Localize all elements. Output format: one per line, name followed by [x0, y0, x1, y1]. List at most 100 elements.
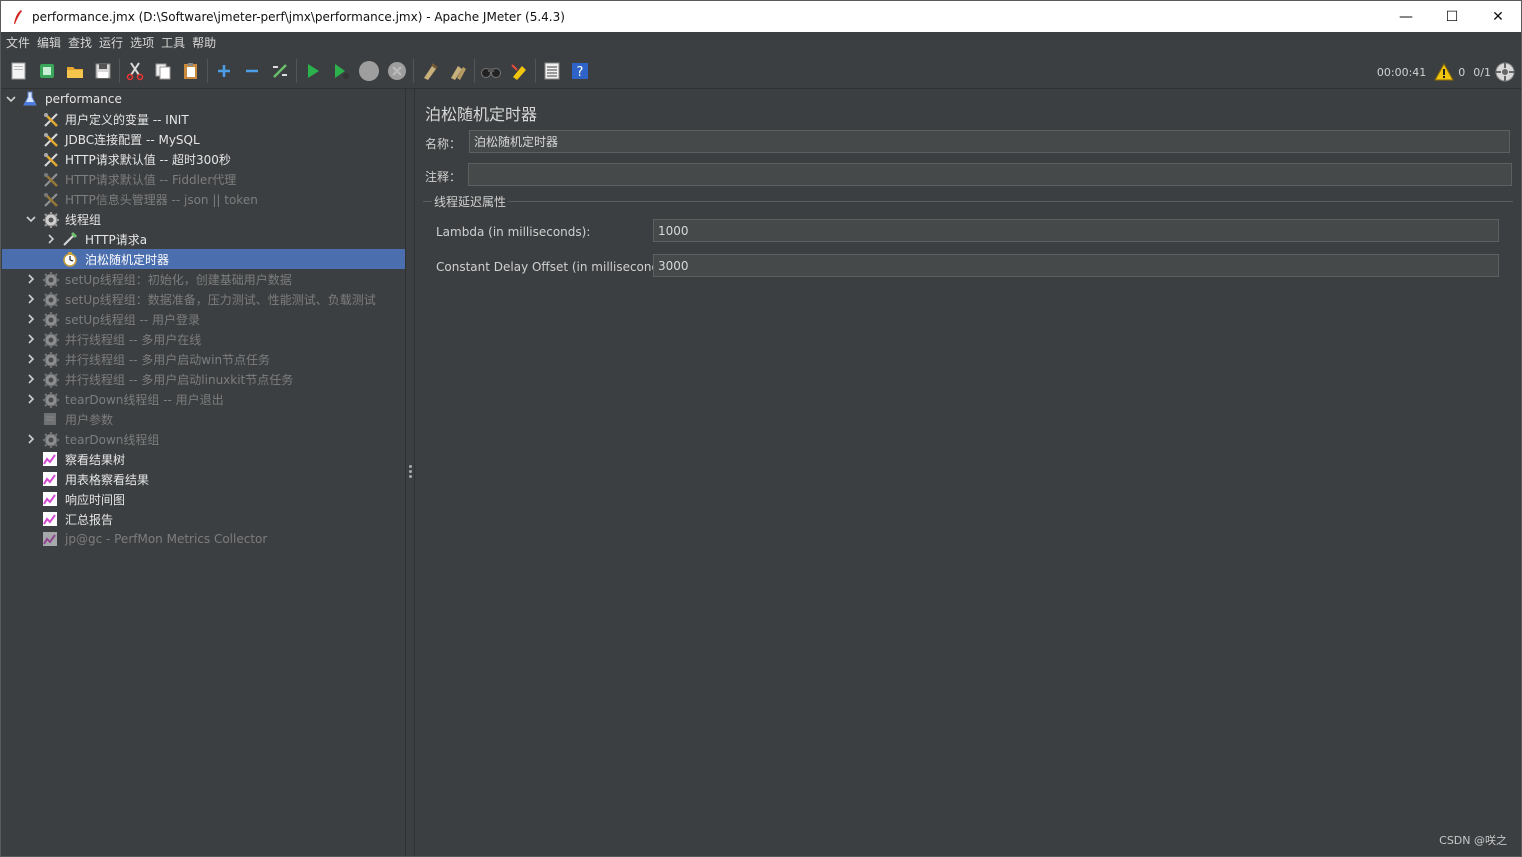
cut-icon[interactable] — [124, 60, 146, 82]
start-icon[interactable] — [302, 60, 324, 82]
templates-icon[interactable] — [36, 60, 58, 82]
jmeter-feather-icon — [11, 9, 25, 25]
timer-config-panel: 泊松随机定时器 名称： 注释： 线程延迟属性 Lambda (in millis… — [415, 89, 1521, 856]
menu-bar: 文件 编辑 查找 运行 选项 工具 帮助 — [1, 32, 1521, 53]
warning-icon[interactable] — [1434, 63, 1455, 81]
test-plan-icon — [22, 91, 38, 107]
comment-field[interactable] — [468, 163, 1512, 186]
tree-node-label: tearDown线程组 — [65, 432, 160, 447]
tree-node-label: 泊松随机定时器 — [85, 252, 170, 267]
thread-group-icon — [42, 331, 59, 348]
tree-node[interactable]: JDBC连接配置 -- MySQL — [2, 129, 405, 149]
tree-node[interactable]: tearDown线程组 — [2, 429, 405, 449]
paste-icon[interactable] — [180, 60, 202, 82]
tree-node[interactable]: 响应时间图 — [2, 489, 405, 509]
toolbar: ? 00:00:41 0 0/1 — [1, 53, 1521, 89]
tree-node[interactable]: 泊松随机定时器 — [2, 249, 405, 269]
tree-node-label: setUp线程组：数据准备，压力测试、性能测试、负载测试 — [65, 292, 376, 307]
tree-node[interactable]: 并行线程组 -- 多用户启动linuxkit节点任务 — [2, 369, 405, 389]
tree-node[interactable]: 并行线程组 -- 多用户启动win节点任务 — [2, 349, 405, 369]
menu-options[interactable]: 选项 — [130, 34, 154, 51]
reset-search-icon[interactable] — [508, 60, 530, 82]
lambda-label: Lambda (in milliseconds): — [436, 225, 591, 239]
toggle-icon[interactable] — [269, 60, 291, 82]
menu-run[interactable]: 运行 — [99, 34, 123, 51]
chevron-right-icon[interactable] — [26, 294, 36, 304]
thread-group-icon — [42, 371, 59, 388]
tree-node-label: 线程组 — [65, 212, 102, 227]
tree-node[interactable]: HTTP请求a — [2, 229, 405, 249]
panel-title: 泊松随机定时器 — [425, 105, 538, 124]
offset-label: Constant Delay Offset (in milliseconds): — [436, 260, 675, 274]
tree-node[interactable]: 用表格察看结果 — [2, 469, 405, 489]
shutdown-icon[interactable] — [386, 60, 408, 82]
expand-all-icon[interactable] — [213, 60, 235, 82]
lambda-field[interactable] — [653, 219, 1499, 242]
tree-node[interactable]: HTTP请求默认值 -- Fiddler代理 — [2, 169, 405, 189]
tree-node-label: 响应时间图 — [65, 492, 126, 507]
tree-node[interactable]: setUp线程组 -- 用户登录 — [2, 309, 405, 329]
help-icon[interactable]: ? — [569, 60, 591, 82]
menu-file[interactable]: 文件 — [6, 34, 30, 51]
thread-group-icon — [42, 311, 59, 328]
menu-search[interactable]: 查找 — [68, 34, 92, 51]
chevron-down-icon[interactable] — [6, 94, 16, 104]
thread-group-icon — [42, 271, 59, 288]
stop-icon[interactable] — [358, 60, 380, 82]
tree-node-label: HTTP请求默认值 -- Fiddler代理 — [65, 172, 237, 187]
tree-node[interactable]: 用户定义的变量 -- INIT — [2, 109, 405, 129]
tree-node[interactable]: 并行线程组 -- 多用户在线 — [2, 329, 405, 349]
save-icon[interactable] — [92, 60, 114, 82]
search-icon[interactable] — [480, 60, 502, 82]
elapsed-timer: 00:00:41 — [1376, 65, 1427, 79]
chevron-right-icon[interactable] — [46, 234, 56, 244]
function-helper-icon[interactable] — [541, 60, 563, 82]
tree-node[interactable]: tearDown线程组 -- 用户退出 — [2, 389, 405, 409]
new-icon[interactable] — [8, 60, 30, 82]
menu-help[interactable]: 帮助 — [192, 34, 216, 51]
jmeter-window: performance.jmx (D:\Software\jmeter-perf… — [0, 0, 1522, 857]
listener-icon — [42, 471, 58, 487]
chevron-down-icon[interactable] — [26, 214, 36, 224]
remote-status-icon — [1495, 62, 1515, 82]
split-pane-divider[interactable] — [405, 89, 415, 856]
name-field[interactable] — [469, 130, 1510, 153]
tree-node[interactable]: setUp线程组：数据准备，压力测试、性能测试、负载测试 — [2, 289, 405, 309]
chevron-right-icon[interactable] — [26, 334, 36, 344]
tree-node[interactable]: performance — [2, 89, 405, 109]
config-icon — [42, 151, 58, 167]
chevron-right-icon[interactable] — [26, 374, 36, 384]
chevron-right-icon[interactable] — [26, 434, 36, 444]
tree-node[interactable]: setUp线程组：初始化，创建基础用户数据 — [2, 269, 405, 289]
collapse-all-icon[interactable] — [241, 60, 263, 82]
offset-field[interactable] — [653, 254, 1499, 277]
tree-node[interactable]: jp@gc - PerfMon Metrics Collector — [2, 529, 405, 549]
start-no-pauses-icon[interactable] — [330, 60, 352, 82]
menu-tools[interactable]: 工具 — [161, 34, 185, 51]
chevron-right-icon[interactable] — [26, 354, 36, 364]
menu-edit[interactable]: 编辑 — [37, 34, 61, 51]
chevron-right-icon[interactable] — [26, 314, 36, 324]
clear-icon[interactable] — [419, 60, 441, 82]
tree-node[interactable]: 用户参数 — [2, 409, 405, 429]
tree-node-label: HTTP请求a — [85, 232, 148, 247]
splitter-grip[interactable] — [409, 465, 412, 479]
test-plan-tree[interactable]: performance 用户定义的变量 -- INIT JDBC连接配置 -- My… — [2, 89, 405, 856]
thread-group-icon — [42, 351, 59, 368]
tree-node[interactable]: 汇总报告 — [2, 509, 405, 529]
tree-node-label: 并行线程组 -- 多用户启动linuxkit节点任务 — [65, 372, 294, 387]
tree-node-label: 察看结果树 — [65, 452, 126, 467]
clear-all-icon[interactable] — [447, 60, 469, 82]
tree-node[interactable]: 察看结果树 — [2, 449, 405, 469]
open-icon[interactable] — [64, 60, 86, 82]
chevron-right-icon[interactable] — [26, 274, 36, 284]
maximize-button[interactable]: ☐ — [1429, 1, 1475, 32]
copy-icon[interactable] — [152, 60, 174, 82]
tree-node[interactable]: HTTP请求默认值 -- 超时300秒 — [2, 149, 405, 169]
tree-node[interactable]: HTTP信息头管理器 -- json || token — [2, 189, 405, 209]
minimize-button[interactable]: — — [1383, 1, 1429, 32]
chevron-right-icon[interactable] — [26, 394, 36, 404]
tree-node[interactable]: 线程组 — [2, 209, 405, 229]
listener-icon — [42, 531, 58, 547]
close-button[interactable]: ✕ — [1475, 1, 1521, 32]
